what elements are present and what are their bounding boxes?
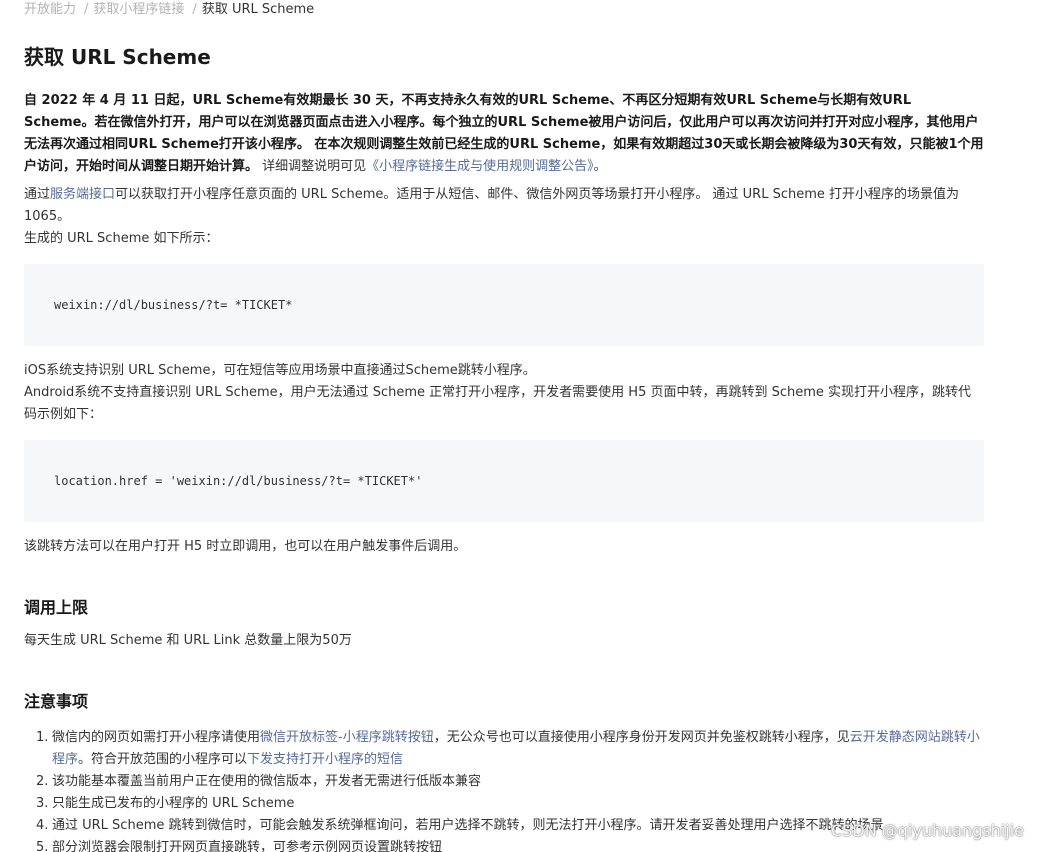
section-title-notes: 注意事项 [24,692,89,711]
intro-line2: 生成的 URL Scheme 如下所示： [24,231,219,246]
breadcrumb-current: 获取 URL Scheme [201,2,315,17]
notice-tail-text: 详细调整说明可见 [258,159,367,174]
note-link[interactable]: 微信开放标签-小程序跳转按钮 [260,730,434,745]
page-title: 获取 URL Scheme [24,45,211,69]
section-title-limit: 调用上限 [24,598,89,617]
announcement-link[interactable]: 《小程序链接生成与使用规则调整公告》 [366,159,594,174]
note-text: 。符合开放范围的小程序可以 [78,752,248,767]
list-item: 3. 只能生成已发布的小程序的 URL Scheme [24,793,984,815]
list-item-number: 4. [36,818,49,833]
note-text: 部分浏览器会限制打开网页直接跳转，可参考示例网页设置跳转按钮 [52,840,443,852]
limit-text: 每天生成 URL Scheme 和 URL Link 总数量上限为50万 [24,633,352,648]
platform-paragraph: iOS系统支持识别 URL Scheme，可在短信等应用场景中直接通过Schem… [24,360,984,426]
android-text: Android系统不支持直接识别 URL Scheme，用户无法通过 Schem… [24,385,972,422]
code-block-redirect: location.href = 'weixin://dl/business/?t… [24,440,984,522]
list-item-number: 3. [36,796,49,811]
note-text: 只能生成已发布的小程序的 URL Scheme [52,796,295,811]
intro-paragraph: 通过服务端接口可以获取打开小程序任意页面的 URL Scheme。适用于从短信、… [24,184,984,250]
list-item-number: 5. [36,840,49,852]
after-code-paragraph: 该跳转方法可以在用户打开 H5 时立即调用，也可以在用户触发事件后调用。 [24,539,467,554]
doc-page: 开放能力 / 获取小程序链接 / 获取 URL Scheme 获取 URL Scheme… [0,0,1038,852]
list-item-number: 1. [36,730,49,745]
watermark: CSDN @qiyuhuangshijie [831,821,1024,840]
breadcrumb-separator: / [84,2,89,17]
code-block-scheme: weixin://dl/business/?t= *TICKET* [24,264,984,346]
ios-text: iOS系统支持识别 URL Scheme，可在短信等应用场景中直接通过Schem… [24,363,536,378]
breadcrumb-item-get-link[interactable]: 获取小程序链接 [93,2,184,17]
list-item: 1. 微信内的网页如需打开小程序请使用微信开放标签-小程序跳转按钮，无公众号也可以… [24,727,984,771]
note-text: 通过 URL Scheme 跳转到微信时，可能会触发系统弹框询问，若用户选择不跳… [52,818,884,833]
note-text: 该功能基本覆盖当前用户正在使用的微信版本，开发者无需进行低版本兼容 [52,774,482,789]
list-item: 2. 该功能基本覆盖当前用户正在使用的微信版本，开发者无需进行低版本兼容 [24,771,984,793]
list-item-number: 2. [36,774,49,789]
server-api-link[interactable]: 服务端接口 [50,187,115,202]
intro-prefix: 通过 [24,187,51,202]
note-text: 微信内的网页如需打开小程序请使用 [52,730,261,745]
note-link[interactable]: 下发支持打开小程序的短信 [247,752,403,767]
notice-end-text: 。 [593,159,607,174]
intro-suffix: 可以获取打开小程序任意页面的 URL Scheme。适用于从短信、邮件、微信外网… [24,187,960,224]
note-text: ，无公众号也可以直接使用小程序身份开发网页并免鉴权跳转小程序，见 [433,730,850,745]
breadcrumb-item-open-capability[interactable]: 开放能力 [24,2,76,17]
rule-change-notice: 自 2022 年 4 月 11 日起，URL Scheme有效期最长 30 天，… [24,90,984,178]
breadcrumb-separator: / [192,2,197,17]
breadcrumb: 开放能力 / 获取小程序链接 / 获取 URL Scheme [24,1,314,19]
